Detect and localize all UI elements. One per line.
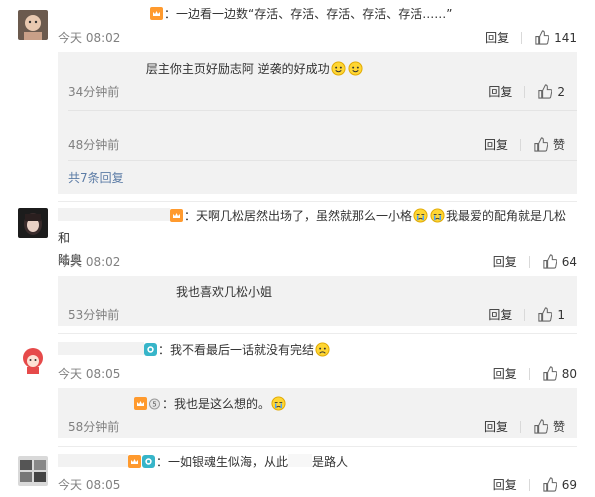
- like-button[interactable]: 64: [542, 254, 577, 269]
- crown-badge-icon: [170, 209, 183, 222]
- like-button[interactable]: 141: [534, 30, 577, 45]
- name-mention: [288, 454, 313, 467]
- comment-text: ：我不看最后一话就没有完结: [58, 339, 575, 361]
- like-button[interactable]: 69: [542, 477, 577, 492]
- avatar[interactable]: [18, 456, 48, 486]
- divider: [524, 85, 526, 98]
- like-button[interactable]: 2: [537, 84, 565, 99]
- medal-badge-icon: 5: [148, 397, 161, 410]
- crown-badge-icon: [150, 7, 163, 20]
- divider: [524, 308, 526, 321]
- username[interactable]: [58, 208, 170, 221]
- username[interactable]: [68, 61, 134, 74]
- username[interactable]: [58, 342, 144, 355]
- divider: [68, 110, 577, 111]
- thumbs-up-icon: [537, 84, 553, 99]
- reply-text: 层主你主页好励志阿 逆袭的好成功: [68, 59, 364, 79]
- reply-button[interactable]: 回复: [488, 83, 512, 100]
- comment-time: 今天 08:05: [58, 367, 121, 381]
- like-button[interactable]: 赞: [533, 136, 565, 153]
- like-count: 2: [557, 84, 565, 99]
- reply-time: 53分钟前: [68, 308, 120, 322]
- reply-time: 34分钟前: [68, 85, 120, 99]
- avatar[interactable]: [18, 344, 48, 374]
- reply-list: 层主你主页好励志阿 逆袭的好成功 34分钟前 回复 2 48分钟前 回复 赞 共…: [58, 52, 577, 194]
- divider: [528, 478, 530, 491]
- reply-button[interactable]: 回复: [493, 476, 517, 493]
- divider: [528, 255, 530, 268]
- like-count: 80: [561, 366, 577, 381]
- like-button[interactable]: 1: [537, 307, 565, 322]
- like-count: 64: [561, 254, 577, 269]
- divider: [58, 446, 577, 447]
- reply-button[interactable]: 回复: [485, 29, 509, 46]
- reply-text: 5 ：我也是这么想的。: [68, 394, 287, 414]
- cry-emoji-icon: [271, 396, 286, 411]
- reply-button[interactable]: 回复: [488, 306, 512, 323]
- thumbs-up-icon: [542, 254, 557, 269]
- username[interactable]: [68, 396, 134, 409]
- reply-text: 我也喜欢几松小姐: [68, 282, 272, 302]
- divider: [58, 201, 577, 202]
- more-replies-link[interactable]: 共7条回复: [68, 169, 124, 186]
- comment-text: ：一如银魂生似海，从此 是路人: [58, 451, 575, 473]
- thumbs-up-icon: [542, 366, 557, 381]
- comment-text: ：一边看一边数“存活、存活、存活、存活、存活……”: [150, 3, 575, 25]
- like-button[interactable]: 赞: [533, 418, 565, 435]
- avatar[interactable]: [18, 208, 48, 238]
- reply-list: 5 ：我也是这么想的。 58分钟前 回复 赞: [58, 388, 577, 438]
- divider: [519, 420, 521, 433]
- divider: [528, 367, 530, 380]
- divider: [519, 138, 521, 151]
- crown-badge-icon: [134, 397, 147, 410]
- reply-list: 我也喜欢几松小姐 53分钟前 回复 1: [58, 276, 577, 326]
- like-count: 1: [557, 307, 565, 322]
- comment-time: 今天 08:02: [58, 255, 121, 269]
- comment-time: 今天 08:05: [58, 478, 121, 492]
- smile-emoji-icon: [331, 61, 346, 76]
- vip-badge-icon: [144, 343, 157, 356]
- comment-time: 今天 08:02: [58, 31, 121, 45]
- username[interactable]: [68, 284, 164, 297]
- like-count: 141: [554, 30, 577, 45]
- reply-button[interactable]: 回复: [493, 365, 517, 382]
- like-label: 赞: [552, 138, 565, 152]
- divider: [68, 160, 577, 161]
- vip-badge-icon: [142, 455, 155, 468]
- cry-emoji-icon: [413, 208, 428, 223]
- divider: [58, 333, 577, 334]
- svg-text:5: 5: [152, 401, 156, 409]
- reply-button[interactable]: 回复: [493, 253, 517, 270]
- crown-badge-icon: [128, 455, 141, 468]
- sad-emoji-icon: [315, 342, 330, 357]
- divider: [521, 31, 523, 44]
- avatar[interactable]: [18, 10, 48, 40]
- reply-time: 58分钟前: [68, 420, 120, 434]
- like-count: 69: [561, 477, 577, 492]
- smile-emoji-icon: [348, 61, 363, 76]
- username[interactable]: [58, 454, 128, 467]
- cry-emoji-icon: [430, 208, 445, 223]
- thumbs-up-icon: [542, 477, 557, 492]
- thumbs-up-icon: [533, 137, 548, 152]
- thumbs-up-icon: [533, 419, 548, 434]
- thumbs-up-icon: [537, 307, 553, 322]
- reply-time: 48分钟前: [68, 138, 120, 152]
- like-label: 赞: [552, 420, 565, 434]
- thumbs-up-icon: [534, 30, 550, 45]
- reply-button[interactable]: 回复: [484, 418, 508, 435]
- reply-button[interactable]: 回复: [484, 136, 508, 153]
- like-button[interactable]: 80: [542, 366, 577, 381]
